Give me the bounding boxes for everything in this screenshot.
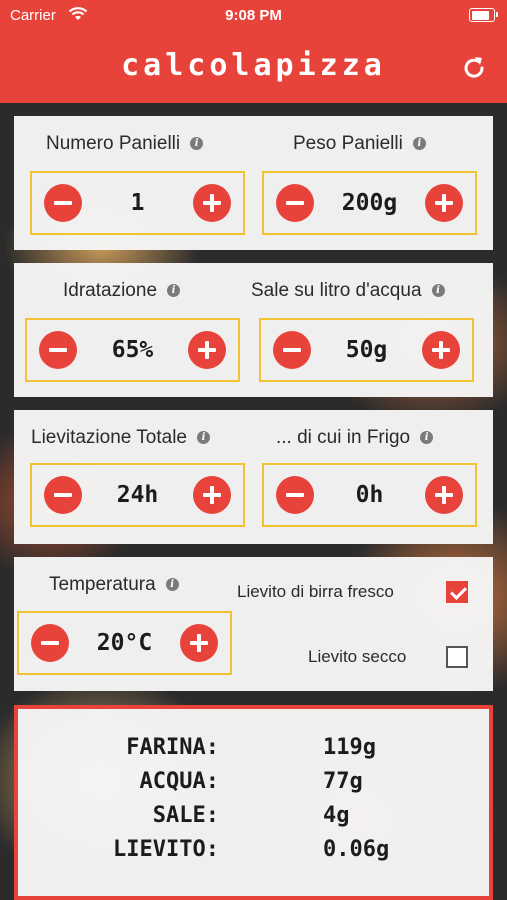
peso-panielli-value: 200g [341, 190, 398, 216]
info-icon[interactable]: i [165, 578, 179, 592]
result-value: 119g [323, 735, 376, 760]
idratazione-stepper: 65% [25, 318, 240, 382]
lievito-secco-label: Lievito secco [308, 647, 407, 666]
decrement-button[interactable] [276, 476, 314, 514]
numero-panielli-label: Numero Panielli i [46, 133, 204, 155]
info-icon[interactable]: i [420, 431, 434, 445]
decrement-button[interactable] [273, 331, 311, 369]
sale-value: 50g [345, 337, 388, 363]
result-row: ACQUA: 77g [18, 769, 489, 803]
result-key: FARINA: [126, 735, 219, 760]
lievito-fresco-checkbox[interactable] [446, 581, 468, 603]
increment-button[interactable] [188, 331, 226, 369]
info-icon[interactable]: i [190, 137, 204, 151]
sale-stepper: 50g [259, 318, 474, 382]
decrement-button[interactable] [276, 184, 314, 222]
frigo-label: ... di cui in Frigo i [276, 427, 434, 449]
app-title: calcolapizza [121, 48, 386, 83]
lievitazione-totale-value: 24h [116, 482, 159, 508]
card-temperatura: Temperatura i 20°C Lievito di birra fresc… [14, 557, 493, 691]
status-time: 9:08 PM [225, 7, 282, 24]
result-key: ACQUA: [139, 769, 219, 794]
increment-button[interactable] [193, 184, 231, 222]
increment-button[interactable] [425, 476, 463, 514]
peso-panielli-stepper: 200g [262, 171, 477, 235]
results-panel: FARINA: 119g ACQUA: 77g SALE: 4g LIEVITO… [14, 705, 493, 900]
frigo-value: 0h [355, 482, 384, 508]
result-value: 4g [323, 803, 350, 828]
status-bar: Carrier 9:08 PM [0, 0, 507, 32]
numero-panielli-stepper: 1 [30, 171, 245, 235]
info-icon[interactable]: i [167, 284, 181, 298]
decrement-button[interactable] [44, 476, 82, 514]
result-row: LIEVITO: 0.06g [18, 837, 489, 871]
refresh-icon[interactable] [461, 55, 487, 81]
temperatura-stepper: 20°C [17, 611, 232, 675]
temperatura-label: Temperatura i [49, 574, 179, 596]
result-value: 77g [323, 769, 363, 794]
frigo-stepper: 0h [262, 463, 477, 527]
info-icon[interactable]: i [412, 137, 426, 151]
card-panielli: Numero Panielli i Peso Panielli i 1 200g [14, 116, 493, 250]
result-row: FARINA: 119g [18, 735, 489, 769]
decrement-button[interactable] [31, 624, 69, 662]
lievito-fresco-label: Lievito di birra fresco [237, 582, 394, 601]
lievito-secco-checkbox[interactable] [446, 646, 468, 668]
battery-icon [469, 8, 498, 22]
lievitazione-totale-stepper: 24h [30, 463, 245, 527]
sale-label: Sale su litro d'acqua i [251, 280, 445, 302]
result-value: 0.06g [323, 837, 390, 862]
numero-panielli-value: 1 [130, 190, 145, 216]
decrement-button[interactable] [44, 184, 82, 222]
peso-panielli-label: Peso Panielli i [293, 133, 426, 155]
top-bar: Carrier 9:08 PM calcolapizza [0, 0, 507, 103]
result-key: LIEVITO: [113, 837, 219, 862]
result-row: SALE: 4g [18, 803, 489, 837]
increment-button[interactable] [193, 476, 231, 514]
result-key: SALE: [152, 803, 219, 828]
increment-button[interactable] [422, 331, 460, 369]
info-icon[interactable]: i [431, 284, 445, 298]
decrement-button[interactable] [39, 331, 77, 369]
idratazione-label: Idratazione i [63, 280, 181, 302]
increment-button[interactable] [425, 184, 463, 222]
card-idratazione: Idratazione i Sale su litro d'acqua i 65% … [14, 263, 493, 397]
info-icon[interactable]: i [196, 431, 210, 445]
card-lievitazione: Lievitazione Totale i ... di cui in Frigo… [14, 410, 493, 544]
lievitazione-totale-label: Lievitazione Totale i [31, 427, 210, 449]
idratazione-value: 65% [111, 337, 154, 363]
increment-button[interactable] [180, 624, 218, 662]
temperatura-value: 20°C [96, 630, 153, 656]
